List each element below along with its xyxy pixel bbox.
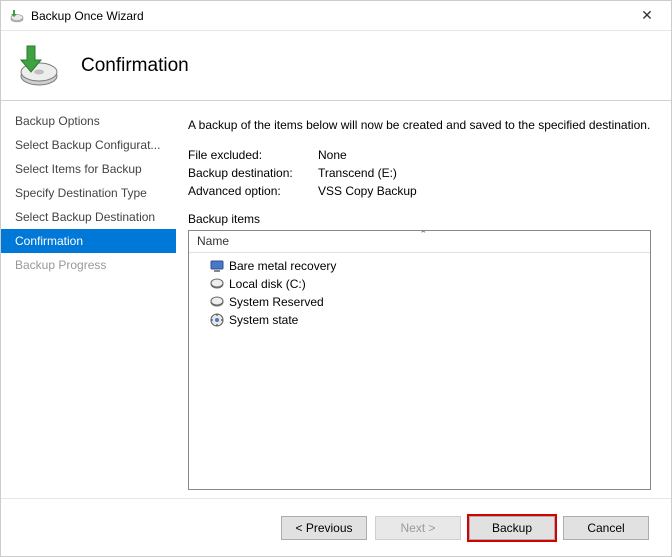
wizard-steps-sidebar: Backup Options Select Backup Configurat.… bbox=[1, 101, 176, 498]
titlebar: Backup Once Wizard ✕ bbox=[1, 1, 671, 31]
list-item[interactable]: System state bbox=[189, 311, 650, 329]
sidebar-item-confirmation[interactable]: Confirmation bbox=[1, 229, 176, 253]
footer-buttons: < Previous Next > Backup Cancel bbox=[1, 498, 671, 556]
backup-items-label: Backup items bbox=[188, 212, 651, 226]
sidebar-item-backup-destination[interactable]: Select Backup Destination bbox=[1, 205, 176, 229]
cancel-button[interactable]: Cancel bbox=[563, 516, 649, 540]
info-value: VSS Copy Backup bbox=[318, 184, 651, 198]
bmr-icon bbox=[209, 258, 225, 274]
backup-items-list[interactable]: Name ⌃ Bare metal recovery Local bbox=[188, 230, 651, 490]
list-item-label: System Reserved bbox=[229, 295, 324, 309]
page-title: Confirmation bbox=[81, 55, 189, 77]
previous-button[interactable]: < Previous bbox=[281, 516, 367, 540]
sidebar-item-label: Backup Options bbox=[15, 114, 100, 128]
sidebar-item-label: Confirmation bbox=[15, 234, 83, 248]
content-panel: A backup of the items below will now be … bbox=[176, 101, 671, 498]
app-icon bbox=[9, 8, 25, 24]
description-text: A backup of the items below will now be … bbox=[188, 117, 651, 134]
sidebar-item-backup-progress[interactable]: Backup Progress bbox=[1, 253, 176, 277]
info-value: None bbox=[318, 148, 651, 162]
sidebar-item-select-configuration[interactable]: Select Backup Configurat... bbox=[1, 133, 176, 157]
system-state-icon bbox=[209, 312, 225, 328]
sidebar-item-label: Backup Progress bbox=[15, 258, 106, 272]
list-rows: Bare metal recovery Local disk (C:) Syst… bbox=[189, 253, 650, 333]
banner: Confirmation bbox=[1, 31, 671, 101]
info-label: Backup destination: bbox=[188, 166, 318, 180]
list-item[interactable]: System Reserved bbox=[189, 293, 650, 311]
info-value: Transcend (E:) bbox=[318, 166, 651, 180]
disk-icon bbox=[209, 294, 225, 310]
sidebar-item-label: Specify Destination Type bbox=[15, 186, 147, 200]
window-title: Backup Once Wizard bbox=[31, 9, 627, 23]
close-button[interactable]: ✕ bbox=[627, 2, 667, 30]
body: Backup Options Select Backup Configurat.… bbox=[1, 101, 671, 498]
disk-icon bbox=[209, 276, 225, 292]
list-item[interactable]: Local disk (C:) bbox=[189, 275, 650, 293]
sort-indicator-icon: ⌃ bbox=[420, 230, 428, 240]
sidebar-item-select-items[interactable]: Select Items for Backup bbox=[1, 157, 176, 181]
sidebar-item-destination-type[interactable]: Specify Destination Type bbox=[1, 181, 176, 205]
info-label: Advanced option: bbox=[188, 184, 318, 198]
list-item-label: System state bbox=[229, 313, 298, 327]
backup-button[interactable]: Backup bbox=[469, 516, 555, 540]
wizard-window: Backup Once Wizard ✕ Confirmation Backup… bbox=[0, 0, 672, 557]
info-row-backup-destination: Backup destination: Transcend (E:) bbox=[188, 166, 651, 180]
sidebar-item-label: Select Items for Backup bbox=[15, 162, 142, 176]
next-button: Next > bbox=[375, 516, 461, 540]
info-row-advanced-option: Advanced option: VSS Copy Backup bbox=[188, 184, 651, 198]
list-item[interactable]: Bare metal recovery bbox=[189, 257, 650, 275]
info-row-file-excluded: File excluded: None bbox=[188, 148, 651, 162]
list-item-label: Bare metal recovery bbox=[229, 259, 336, 273]
list-header[interactable]: Name ⌃ bbox=[189, 231, 650, 253]
sidebar-item-label: Select Backup Destination bbox=[15, 210, 155, 224]
list-item-label: Local disk (C:) bbox=[229, 277, 306, 291]
info-label: File excluded: bbox=[188, 148, 318, 162]
sidebar-item-label: Select Backup Configurat... bbox=[15, 138, 160, 152]
wizard-step-icon bbox=[13, 42, 61, 90]
sidebar-item-backup-options[interactable]: Backup Options bbox=[1, 109, 176, 133]
